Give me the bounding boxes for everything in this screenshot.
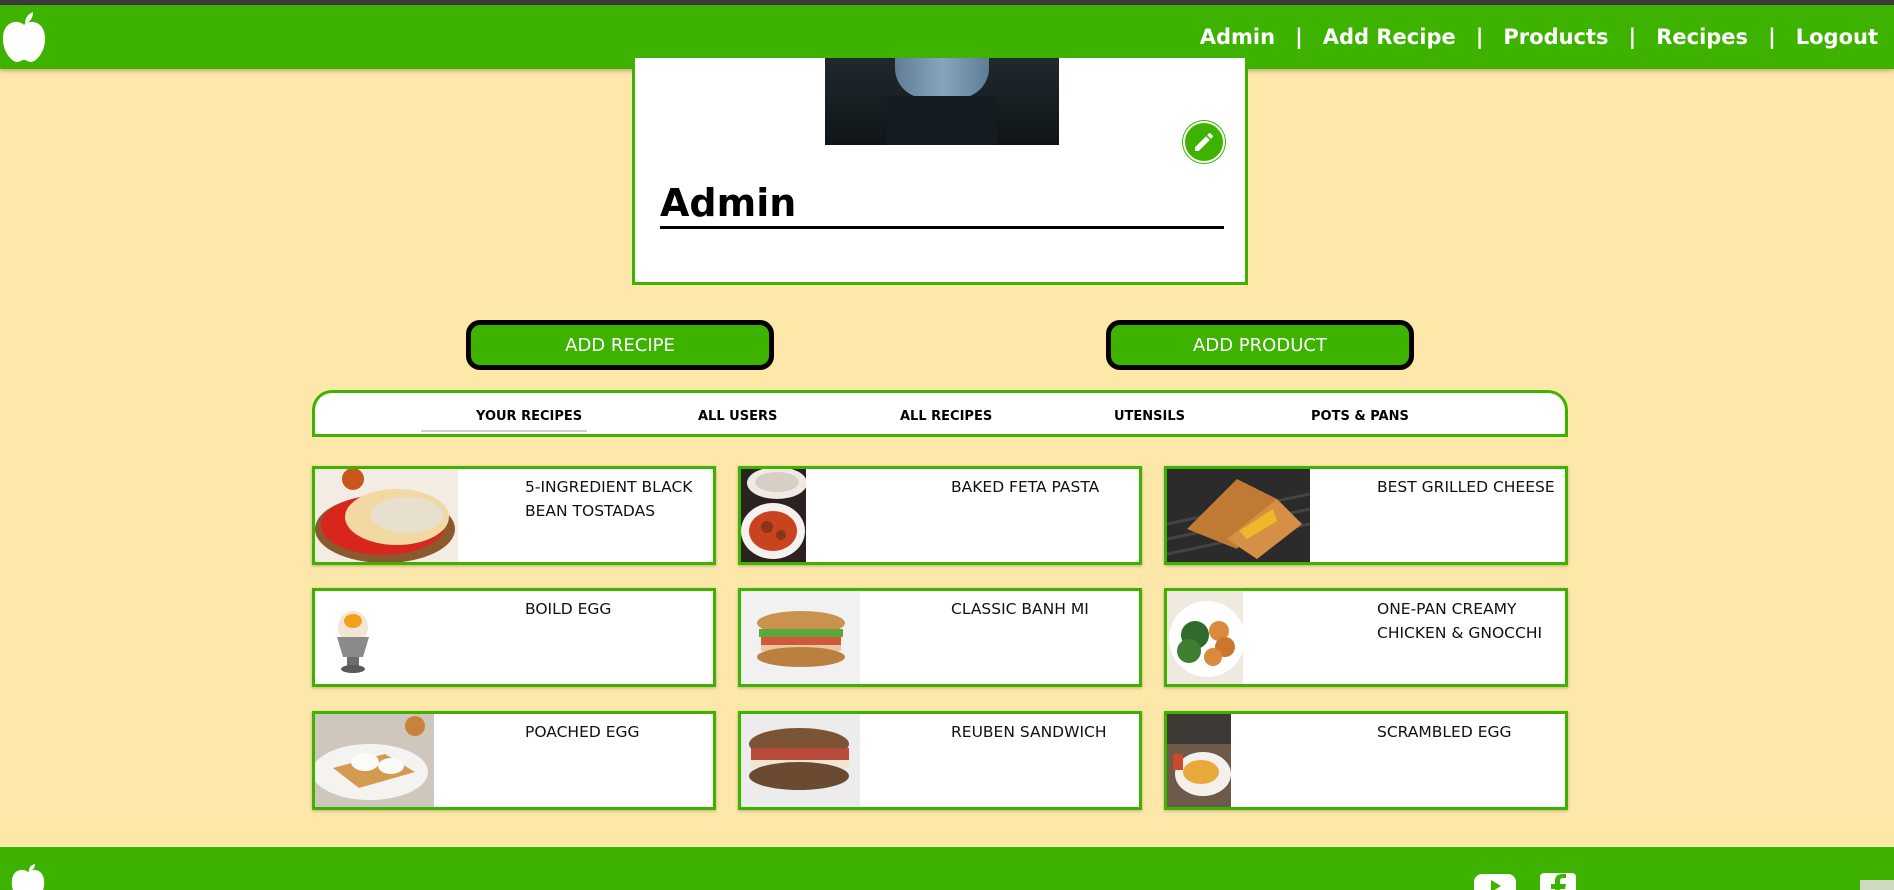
recipe-card[interactable]: POACHED EGG [312, 711, 716, 810]
nav-separator: | [1768, 25, 1776, 49]
nav-link-logout[interactable]: Logout [1796, 25, 1878, 49]
tab-bar: YOUR RECIPES ALL USERS ALL RECIPES UTENS… [312, 390, 1568, 437]
recipe-title: BOILD EGG [525, 600, 612, 618]
edit-profile-button[interactable] [1183, 121, 1225, 163]
recipe-title: SCRAMBLED EGG [1377, 723, 1512, 741]
pencil-icon [1195, 132, 1214, 151]
apple-logo-icon[interactable] [0, 11, 48, 67]
nav-separator: | [1628, 25, 1637, 49]
add-recipe-button[interactable]: ADD RECIPE [466, 320, 774, 370]
tab-your-recipes[interactable]: YOUR RECIPES [420, 409, 588, 432]
tab-all-recipes[interactable]: ALL RECIPES [900, 409, 992, 424]
apple-logo-icon[interactable] [10, 864, 46, 890]
nav-link-add-recipe[interactable]: Add Recipe [1323, 25, 1456, 49]
nav-separator: | [1295, 25, 1303, 49]
recipe-title: 5-INGREDIENT BLACK BEAN TOSTADAS [525, 478, 693, 520]
tab-pots-and-pans[interactable]: POTS & PANS [1311, 409, 1409, 424]
nav-link-recipes[interactable]: Recipes [1656, 25, 1748, 49]
recipe-card[interactable]: CLASSIC BANH MI [738, 588, 1142, 687]
recipe-card[interactable]: ONE-PAN CREAMY CHICKEN & GNOCCHI [1164, 588, 1568, 687]
recipe-card[interactable]: SCRAMBLED EGG [1164, 711, 1568, 810]
page-footer [0, 847, 1894, 890]
recipe-title: CLASSIC BANH MI [951, 600, 1089, 618]
profile-name: Admin [660, 181, 1224, 229]
nav-separator: | [1475, 25, 1484, 49]
recipe-title: POACHED EGG [525, 723, 640, 741]
recipe-thumbnail [315, 714, 434, 807]
recipe-thumbnail [315, 591, 375, 684]
scroll-corner [1860, 880, 1894, 890]
recipe-thumbnail [315, 469, 458, 562]
recipe-card[interactable]: REUBEN SANDWICH [738, 711, 1142, 810]
profile-avatar [825, 58, 1059, 145]
recipe-thumbnail [741, 714, 860, 807]
tab-utensils[interactable]: UTENSILS [1114, 409, 1185, 424]
main-nav: Admin | Add Recipe | Products | Recipes … [1200, 5, 1878, 69]
recipe-card[interactable]: BEST GRILLED CHEESE [1164, 466, 1568, 565]
recipe-card[interactable]: BAKED FETA PASTA [738, 466, 1142, 565]
tab-all-users[interactable]: ALL USERS [698, 409, 777, 424]
recipe-thumbnail [1167, 591, 1243, 684]
recipe-card[interactable]: 5-INGREDIENT BLACK BEAN TOSTADAS [312, 466, 716, 565]
recipe-thumbnail [1167, 714, 1231, 807]
recipe-title: ONE-PAN CREAMY CHICKEN & GNOCCHI [1377, 600, 1543, 642]
recipe-card[interactable]: BOILD EGG [312, 588, 716, 687]
nav-link-products[interactable]: Products [1503, 25, 1608, 49]
recipe-thumbnail [741, 591, 860, 684]
recipe-title: BEST GRILLED CHEESE [1377, 478, 1555, 496]
facebook-icon[interactable] [1540, 873, 1576, 890]
nav-link-admin[interactable]: Admin [1200, 25, 1275, 49]
recipe-thumbnail [1167, 469, 1310, 562]
recipe-title: BAKED FETA PASTA [951, 478, 1100, 496]
recipe-title: REUBEN SANDWICH [951, 723, 1107, 741]
recipe-thumbnail [741, 469, 806, 562]
add-product-button[interactable]: ADD PRODUCT [1106, 320, 1414, 370]
profile-card: Admin [632, 58, 1248, 285]
youtube-icon[interactable] [1474, 872, 1516, 890]
